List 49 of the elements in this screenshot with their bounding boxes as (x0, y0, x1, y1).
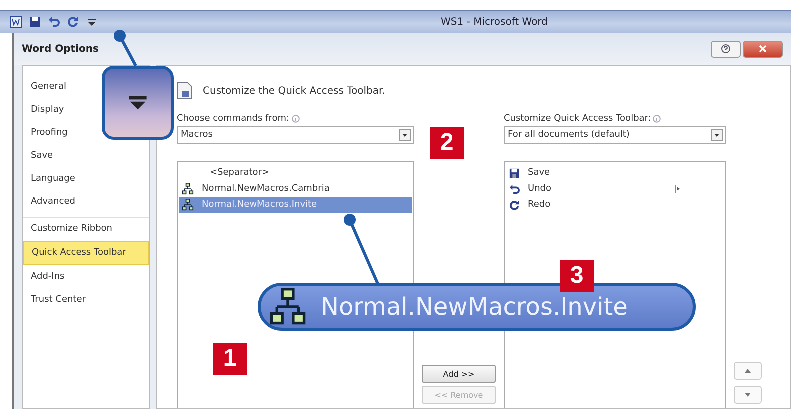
sidebar-item[interactable]: Display (23, 99, 72, 121)
magnified-label: Normal.NewMacros.Invite (321, 293, 628, 321)
dropdown-arrow-icon (127, 94, 149, 112)
flowchart-icon (182, 183, 194, 195)
commands-dropdown[interactable]: Macros (177, 126, 414, 144)
undo-icon (509, 184, 520, 194)
sidebar-item[interactable]: Customize Ribbon (23, 217, 149, 240)
redo-icon (509, 200, 520, 210)
sidebar-item[interactable]: Language (23, 168, 84, 190)
submenu-arrow-icon (675, 185, 681, 193)
sidebar-item[interactable]: Proofing (23, 122, 76, 144)
sidebar-item[interactable]: Add-Ins (23, 266, 73, 288)
sidebar-item[interactable]: Advanced (23, 191, 84, 213)
help-icon (721, 44, 731, 54)
down-arrow-icon (744, 392, 752, 398)
list-item[interactable]: Redo (506, 197, 724, 213)
list-item[interactable]: Undo (506, 181, 724, 197)
flowchart-icon (182, 199, 194, 211)
close-button[interactable] (743, 40, 783, 58)
dialog-title: Word Options (22, 44, 99, 54)
window-title: WS1 - Microsoft Word (440, 16, 549, 28)
undo-icon[interactable] (48, 16, 60, 28)
info-icon (653, 115, 662, 123)
help-button[interactable] (711, 40, 741, 58)
section-heading: Customize the Quick Access Toolbar. (203, 86, 386, 96)
list-item[interactable]: <Separator> (179, 165, 412, 181)
list-item[interactable]: Save (506, 165, 724, 181)
sidebar-item[interactable]: Save (23, 145, 62, 167)
field-label: Choose commands from: (177, 114, 290, 124)
move-up-button[interactable] (734, 362, 762, 380)
dropdown-arrow-icon[interactable] (86, 16, 98, 28)
step-number-badge: 3 (560, 260, 594, 292)
move-down-button[interactable] (734, 386, 762, 404)
step-number-badge: 2 (430, 127, 464, 159)
field-label: Customize Quick Access Toolbar: (504, 114, 652, 124)
list-item[interactable]: Normal.NewMacros.Cambria (179, 181, 412, 197)
close-icon (758, 44, 768, 54)
add-button[interactable]: Add >> (422, 365, 496, 383)
flowchart-icon (269, 288, 307, 326)
toolbar-dropdown[interactable]: For all documents (default) (504, 126, 726, 144)
document-icon (177, 82, 193, 100)
info-icon (292, 115, 300, 123)
redo-icon[interactable] (67, 16, 79, 28)
up-arrow-icon (744, 368, 752, 374)
step-number-badge: 1 (213, 343, 247, 375)
sidebar-item[interactable]: Trust Center (23, 289, 94, 311)
word-logo-icon[interactable] (10, 16, 22, 28)
sidebar-item[interactable]: Quick Access Toolbar (23, 241, 149, 265)
sidebar-item[interactable]: General (23, 76, 74, 98)
